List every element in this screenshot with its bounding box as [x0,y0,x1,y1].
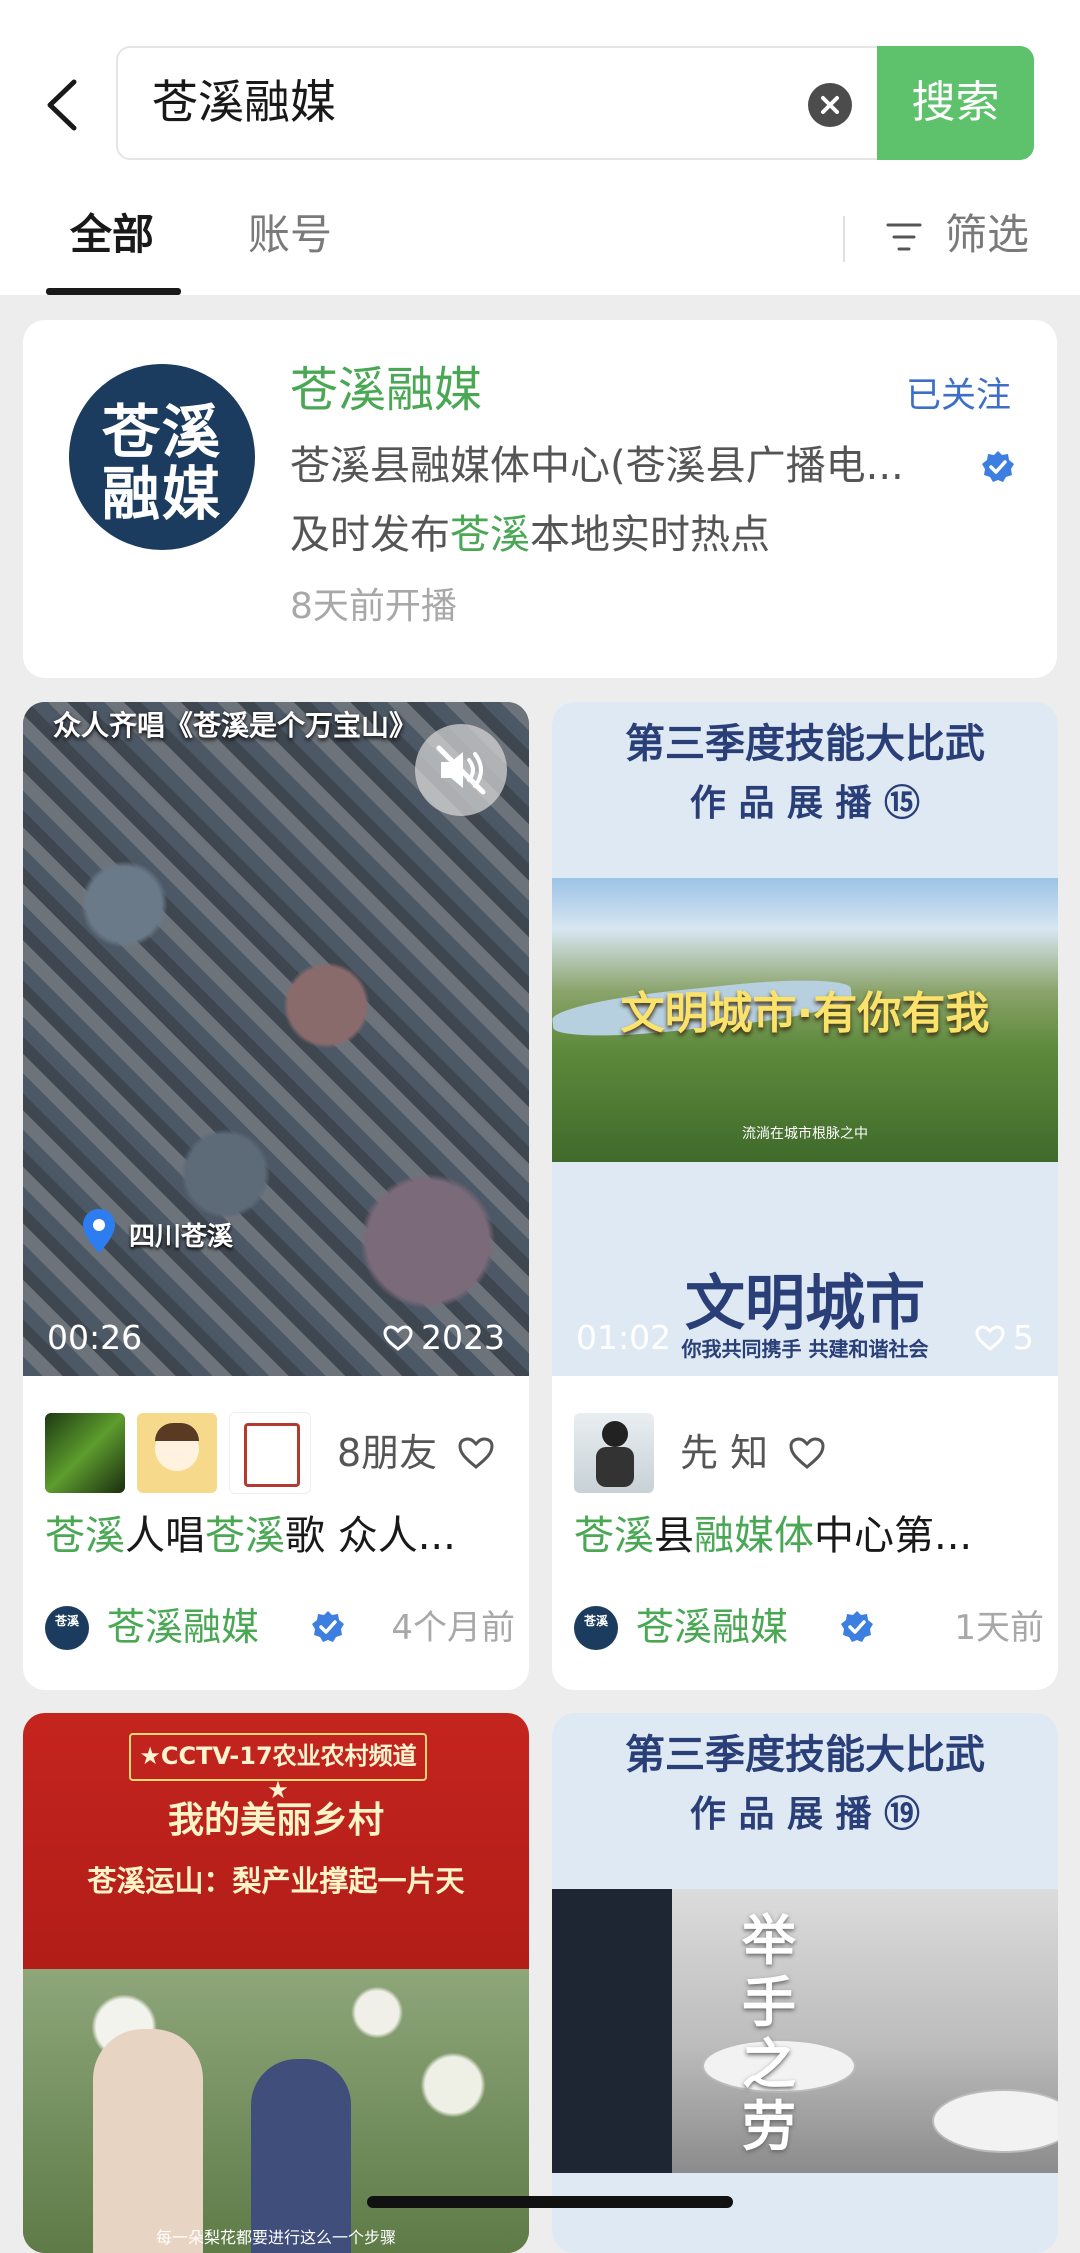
verified-icon [312,1611,344,1642]
title-highlight: 苍溪 [574,1513,654,1559]
video-thumbnail[interactable]: 众人齐唱《苍溪是个万宝山》 四川苍溪 00:26 2023 [23,702,529,1376]
title-highlight: 苍溪 [205,1513,285,1559]
heart-icon [383,1325,413,1351]
banner-text: 文明城市·有你有我 [620,988,990,1039]
slogan-text: 本地实时热点 [530,512,770,558]
top-bar: 苍溪融媒 搜索 全部 账号 筛选 [0,0,1080,295]
account-card[interactable]: 苍溪 融媒 苍溪融媒 已关注 苍溪县融媒体中心(苍溪县广播电... 及时发布苍溪… [23,320,1057,678]
video-overlay-subtitle: 苍溪运山：梨产业撑起一片天 [87,1864,465,1898]
likes-count: 5 [1013,1318,1034,1357]
slogan-text: 及时发布 [290,512,450,558]
video-caption: 每一朵梨花都要进行这么一个步骤 [155,2228,396,2247]
verified-icon [841,1611,873,1642]
active-tab-indicator [46,288,181,295]
video-duration: 01:02 [576,1318,672,1357]
author-name[interactable]: 苍溪融媒 [107,1600,259,1654]
video-overlay-title: 第三季度技能大比武 [625,720,985,767]
friend-name: 先 知 [680,1431,769,1475]
tab-account[interactable]: 账号 [248,205,332,265]
post-time: 4个月前 [391,1608,515,1648]
close-icon [821,96,839,114]
author-name[interactable]: 苍溪融媒 [636,1600,788,1654]
title-text: 县 [654,1513,694,1559]
like-icon[interactable] [457,1436,495,1470]
sink-basin [932,2089,1058,2153]
author-avatar: 苍溪 [45,1606,89,1650]
title-highlight: 融媒体 [694,1513,814,1559]
author-avatar: 苍溪 [574,1606,618,1650]
friends-liked-row[interactable]: 先 知 [574,1412,826,1494]
slogan-highlight: 苍溪 [450,512,530,558]
like-icon[interactable] [788,1436,826,1470]
video-duration: 00:26 [47,1318,143,1357]
live-info: 8天前开播 [290,586,457,627]
video-thumbnail[interactable]: 第三季度技能大比武 作 品 展 播 ⑮ 文明城市·有你有我 流淌在城市根脉之中 … [552,702,1058,1376]
friend-avatar [45,1413,125,1493]
video-overlay-title: 我的美丽乡村 [167,1800,384,1841]
location-pin-icon [83,1209,115,1253]
person-figure [93,2029,203,2253]
video-likes: 5 [975,1316,1034,1360]
calligraphy-text: 举手之劳 [742,1908,796,2158]
person-figure [251,2059,351,2253]
washroom-scene: 举手之劳 [552,1889,1058,2173]
verified-icon [982,451,1014,482]
search-input[interactable]: 苍溪融媒 [116,46,878,160]
filter-button[interactable]: 筛选 [945,205,1029,265]
video-card[interactable]: ★CCTV-17农业农村频道★ 我的美丽乡村 苍溪运山：梨产业撑起一片天 每一朵… [23,1713,529,2253]
video-card[interactable]: 第三季度技能大比武 作 品 展 播 ⑮ 文明城市·有你有我 流淌在城市根脉之中 … [552,702,1058,1690]
tab-divider [843,216,845,262]
heart-icon [975,1325,1005,1351]
video-title[interactable]: 苍溪县融媒体中心第... [574,1508,1044,1564]
video-thumbnail[interactable]: ★CCTV-17农业农村频道★ 我的美丽乡村 苍溪运山：梨产业撑起一片天 每一朵… [23,1713,529,2253]
mute-button[interactable] [415,724,507,816]
title-highlight: 苍溪 [45,1513,125,1559]
friend-avatar [137,1413,217,1493]
title-text: 人唱 [125,1513,205,1559]
account-slogan: 及时发布苍溪本地实时热点 [290,507,770,563]
video-author-row[interactable]: 苍溪 苍溪融媒 4个月前 [45,1598,515,1658]
clear-search-button[interactable] [808,83,852,127]
avatar-logo-line1: 苍溪 [101,398,222,466]
video-card[interactable]: 众人齐唱《苍溪是个万宝山》 四川苍溪 00:26 2023 8朋友 苍溪人唱苍溪… [23,702,529,1690]
home-indicator[interactable] [367,2196,733,2208]
filter-icon[interactable] [886,220,922,254]
video-overlay-title: 众人齐唱《苍溪是个万宝山》 [53,709,418,742]
video-overlay-subtitle: 作 品 展 播 ⑮ [689,782,921,824]
banner-caption: 流淌在城市根脉之中 [742,1126,868,1142]
account-name[interactable]: 苍溪融媒 [290,358,482,422]
video-title[interactable]: 苍溪人唱苍溪歌 众人... [45,1508,515,1564]
likes-count: 2023 [421,1318,505,1357]
follow-status-button[interactable]: 已关注 [906,372,1011,420]
back-button[interactable] [36,70,96,140]
orchard-scene: 每一朵梨花都要进行这么一个步骤 [23,1969,529,2253]
video-overlay-subtitle: 作 品 展 播 ⑲ [689,1793,921,1835]
tab-all[interactable]: 全部 [70,205,154,265]
author-avatar-text: 苍溪 [583,1614,608,1628]
video-location: 四川苍溪 [129,1222,234,1252]
account-avatar[interactable]: 苍溪 融媒 [69,364,255,550]
video-likes: 2023 [383,1316,505,1360]
chevron-left-icon [47,79,77,131]
aerial-city-image: 文明城市·有你有我 流淌在城市根脉之中 [552,878,1058,1162]
search-query: 苍溪融媒 [152,75,336,129]
search-button[interactable]: 搜索 [877,46,1034,160]
video-card[interactable]: 第三季度技能大比武 作 品 展 播 ⑲ 举手之劳 [552,1713,1058,2253]
friends-liked-row[interactable]: 8朋友 [45,1412,495,1494]
friends-liked-text: 8朋友 [337,1431,438,1475]
video-author-row[interactable]: 苍溪 苍溪融媒 1天前 [574,1598,1044,1658]
channel-badge: ★CCTV-17农业农村频道★ [129,1733,427,1804]
title-text: 歌 众人... [285,1513,456,1559]
avatar-logo-line2: 融媒 [101,460,222,528]
account-description: 苍溪县融媒体中心(苍溪县广播电... [290,443,904,489]
title-text: 中心第... [814,1513,973,1559]
post-time: 1天前 [954,1608,1044,1648]
person-figure [552,1889,672,2173]
video-overlay-title: 第三季度技能大比武 [625,1731,985,1778]
author-avatar-text: 苍溪 [54,1614,79,1628]
muted-speaker-icon [436,745,486,795]
friend-avatar [229,1412,311,1494]
video-thumbnail[interactable]: 第三季度技能大比武 作 品 展 播 ⑲ 举手之劳 [552,1713,1058,2253]
friend-avatar [574,1413,654,1493]
